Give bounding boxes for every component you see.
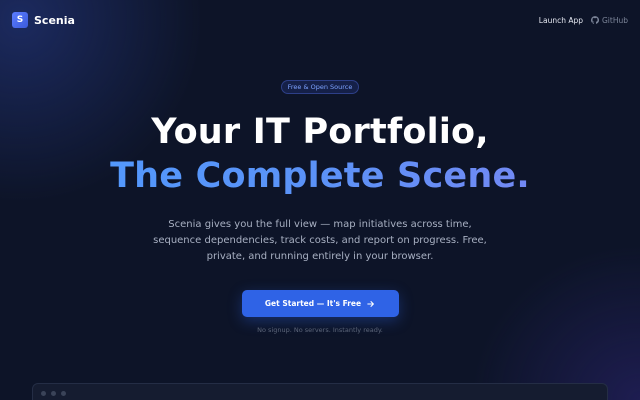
get-started-label: Get Started — It's Free xyxy=(264,299,362,308)
headline-line-2: The Complete Scene. xyxy=(0,154,640,198)
hero-headline: Your IT Portfolio, The Complete Scene. xyxy=(0,110,640,198)
open-source-badge: Free & Open Source xyxy=(280,80,360,94)
brand-name: Scenia xyxy=(34,13,75,27)
launch-app-link[interactable]: Launch App xyxy=(539,16,583,25)
get-started-button[interactable]: Get Started — It's Free xyxy=(241,290,399,317)
headline-line-1: Your IT Portfolio, xyxy=(151,112,489,152)
window-dot-minimize xyxy=(51,391,56,396)
window-dot-close xyxy=(41,391,46,396)
top-nav: S Scenia Launch App GitHub xyxy=(0,0,640,40)
nav-links: Launch App GitHub xyxy=(539,16,628,25)
github-label: GitHub xyxy=(602,15,628,25)
logo-mark: S xyxy=(12,12,28,28)
brand-logo[interactable]: S Scenia xyxy=(12,12,75,28)
github-link[interactable]: GitHub xyxy=(591,16,628,25)
github-icon xyxy=(591,16,599,24)
app-preview-window xyxy=(32,383,608,400)
signup-note: No signup. No servers. Instantly ready. xyxy=(257,326,383,334)
arrow-right-icon xyxy=(367,300,375,307)
hero-subtitle: Scenia gives you the full view — map ini… xyxy=(153,219,487,262)
window-dot-maximize xyxy=(61,391,66,396)
badge-container: Free & Open Source xyxy=(0,80,640,94)
cta-container: Get Started — It's Free xyxy=(0,290,640,317)
window-controls xyxy=(41,391,66,396)
